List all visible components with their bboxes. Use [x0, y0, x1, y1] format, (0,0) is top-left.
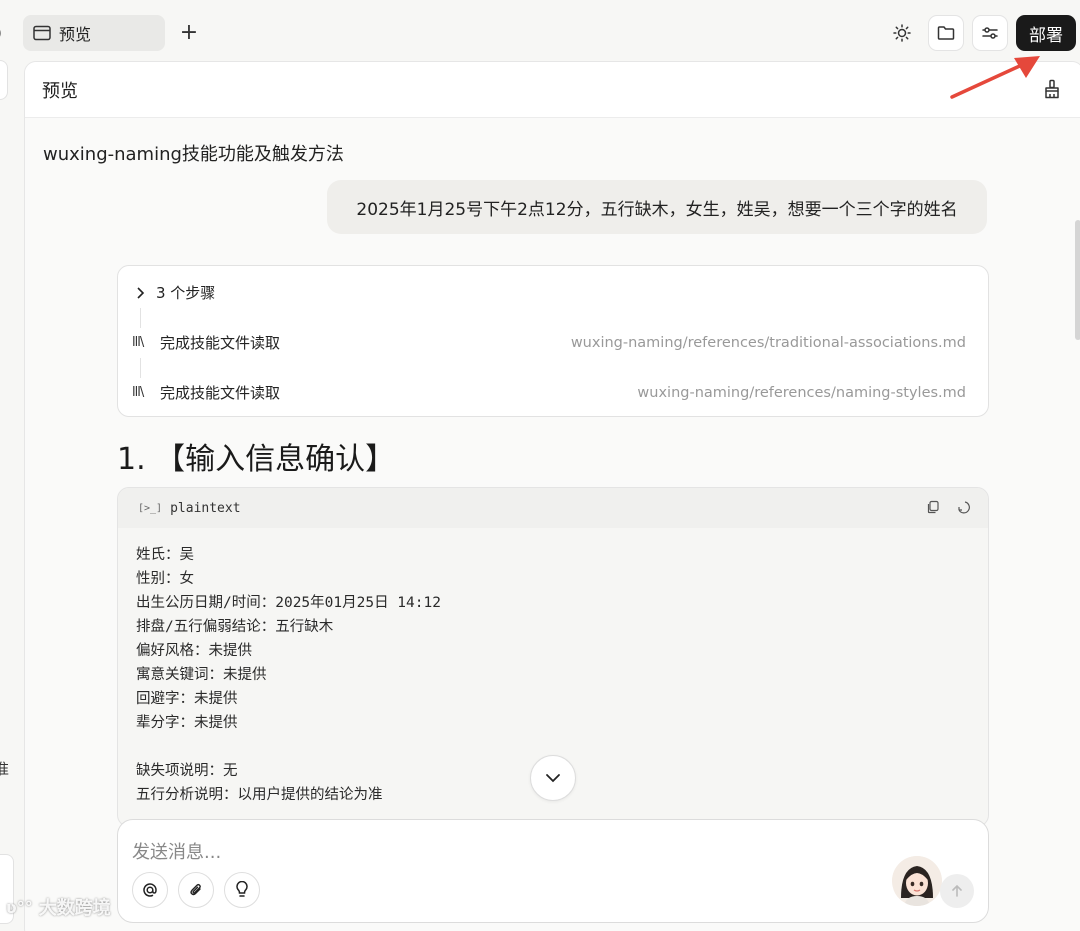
tab-preview[interactable]: 预览: [23, 15, 165, 51]
sun-icon: [893, 24, 911, 42]
user-message-text: 2025年1月25号下午2点12分，五行缺木，女生，姓吴，想要一个三个字的姓名: [356, 199, 958, 220]
copy-icon[interactable]: [926, 500, 940, 514]
watermark-logo-icon: ʋ°°: [6, 897, 33, 917]
folder-button[interactable]: [928, 15, 964, 51]
terminal-icon: [>_]: [138, 502, 163, 514]
composer-tools: [132, 872, 260, 908]
conversation-title: wuxing-naming技能功能及触发方法: [43, 144, 344, 165]
theme-toggle-button[interactable]: [884, 15, 920, 51]
browser-window-icon: [33, 25, 51, 41]
prompt-idea-button[interactable]: [224, 872, 260, 908]
scroll-to-bottom-button[interactable]: [530, 755, 576, 801]
code-line: 出生公历日期/时间：2025年01月25日 14:12: [136, 595, 441, 611]
mention-button[interactable]: [132, 872, 168, 908]
folder-icon: [937, 26, 955, 40]
at-icon: [143, 883, 157, 897]
steps-summary: 3 个步骤: [156, 284, 216, 302]
library-icon: lll\: [132, 385, 144, 400]
wrap-icon[interactable]: [956, 500, 970, 514]
sidebar-edge: ) 准: [0, 0, 22, 931]
message-composer: 发送消息...: [117, 819, 989, 923]
steps-toggle[interactable]: 3 个步骤: [136, 282, 215, 303]
steps-card: 3 个步骤 lll\ 完成技能文件读取 wuxing-naming/refere…: [117, 265, 989, 417]
attach-button[interactable]: [178, 872, 214, 908]
paperclip-icon: [190, 883, 201, 896]
avatar-illustration: [892, 856, 942, 906]
sidebar-item-edge[interactable]: [0, 60, 8, 100]
code-line: 偏好风格：未提供: [136, 643, 252, 659]
code-language: plaintext: [170, 500, 241, 516]
message-input[interactable]: 发送消息...: [132, 838, 221, 864]
sidebar-glyph: 准: [0, 760, 10, 778]
tab-label: 预览: [59, 25, 92, 44]
panel-header: 预览: [25, 62, 1080, 118]
annotation-arrow-icon: [950, 56, 1040, 99]
step-file-path: wuxing-naming/references/traditional-ass…: [570, 334, 966, 351]
scrollbar-thumb[interactable]: [1075, 220, 1080, 340]
step-connector: [140, 308, 141, 328]
code-line: 辈分字：未提供: [136, 715, 238, 731]
code-header: [>_] plaintext: [118, 488, 988, 528]
sliders-icon: [982, 27, 998, 39]
step-label: 完成技能文件读取: [160, 334, 281, 352]
arrow-up-icon: [952, 884, 962, 897]
library-icon: lll\: [132, 335, 144, 350]
step-file-path: wuxing-naming/references/naming-styles.m…: [637, 384, 966, 401]
step-connector: [140, 358, 141, 378]
preview-panel: 预览 wuxing-naming技能功能及触发方法 2025年1月25号下午2点…: [24, 61, 1080, 931]
watermark: ʋ°° 大数跨境: [6, 894, 111, 920]
sidebar-glyph: ): [0, 24, 2, 42]
chevron-down-icon: [546, 774, 560, 783]
code-line: 性别：女: [136, 571, 194, 587]
deploy-button[interactable]: 部署: [1016, 15, 1076, 51]
assistant-avatar: [892, 856, 942, 906]
step-label: 完成技能文件读取: [160, 384, 281, 402]
settings-button[interactable]: [972, 15, 1008, 51]
step-row: lll\ 完成技能文件读取 wuxing-naming/references/n…: [132, 382, 966, 403]
lightbulb-icon: [236, 881, 248, 897]
panel-title: 预览: [42, 80, 78, 102]
watermark-text: 大数跨境: [38, 898, 111, 919]
code-line: 回避字：未提供: [136, 691, 238, 707]
user-message: 2025年1月25号下午2点12分，五行缺木，女生，姓吴，想要一个三个字的姓名: [327, 180, 987, 234]
code-line: 寓意关键词：未提供: [136, 667, 267, 683]
code-line: 排盘/五行偏弱结论：五行缺木: [136, 619, 334, 635]
code-tools: [926, 500, 970, 514]
add-tab-button[interactable]: +: [176, 18, 202, 46]
send-button[interactable]: [940, 874, 974, 908]
chevron-right-icon: [137, 286, 145, 299]
code-line: 姓氏：吴: [136, 547, 194, 563]
top-toolbar: 部署: [884, 15, 1076, 51]
step-row: lll\ 完成技能文件读取 wuxing-naming/references/t…: [132, 332, 966, 353]
section-heading: 1. 【输入信息确认】: [117, 442, 396, 477]
